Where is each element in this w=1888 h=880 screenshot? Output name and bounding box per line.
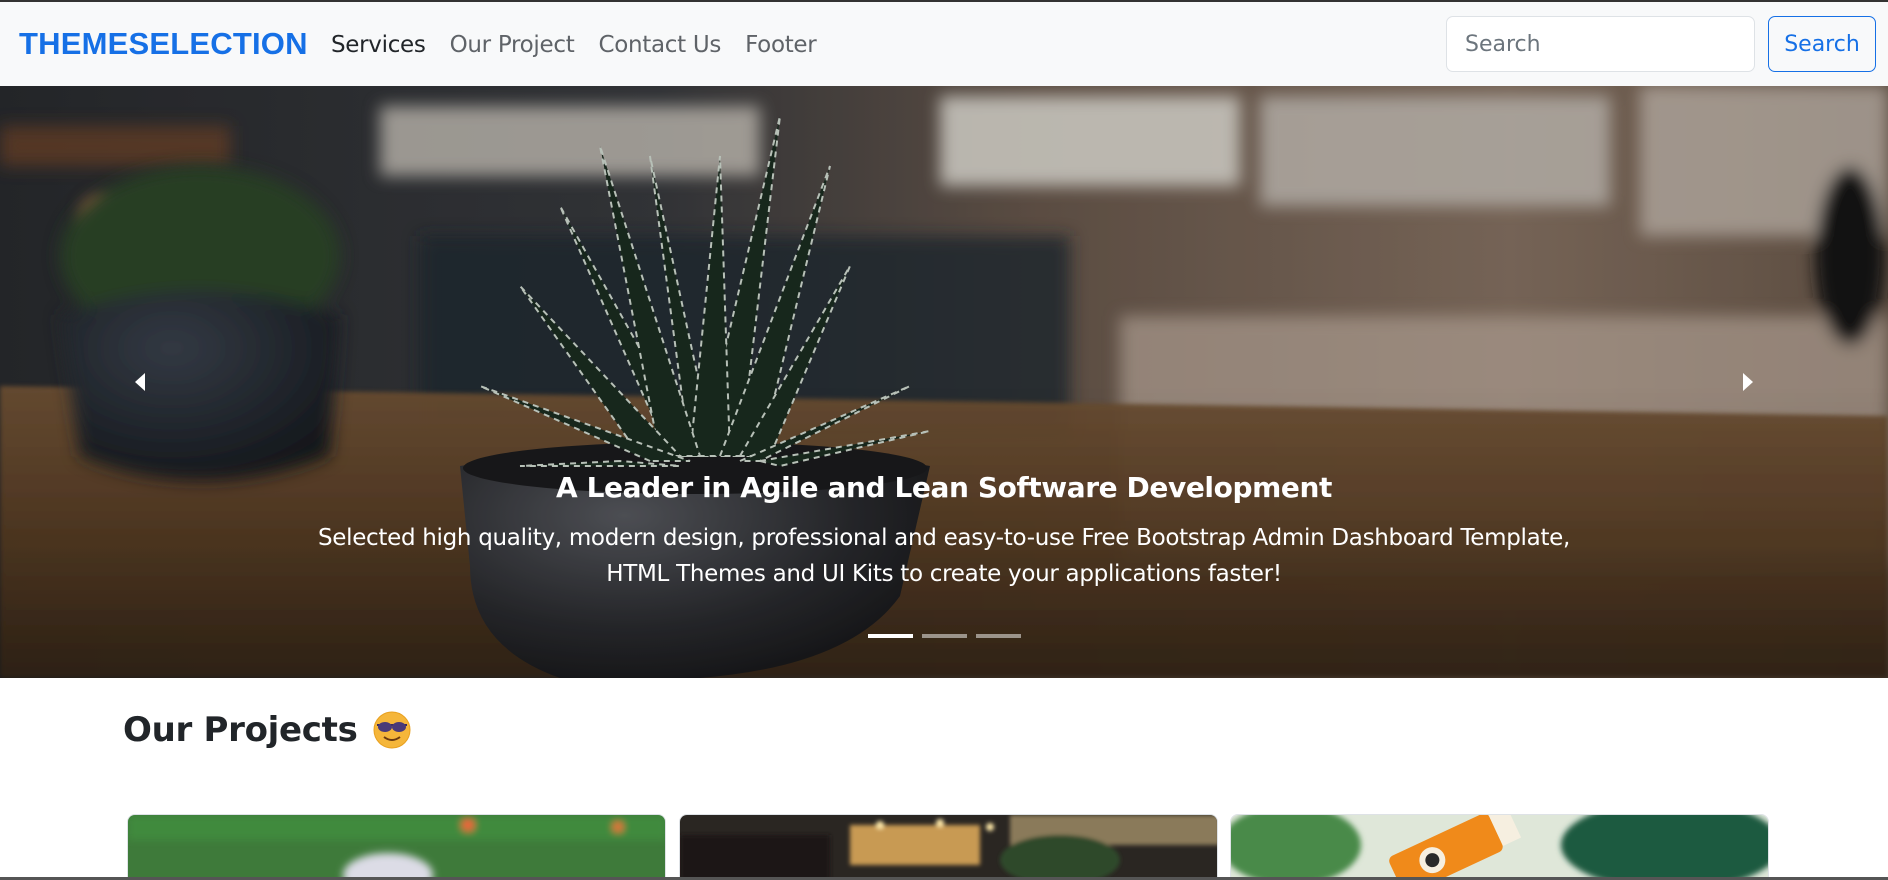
sunglasses-smiley-icon — [373, 711, 411, 749]
carousel-caption: A Leader in Agile and Lean Software Deve… — [300, 471, 1588, 592]
brand-logo[interactable]: THEMESELECTION — [19, 26, 308, 62]
nav-link-footer[interactable]: Footer — [745, 32, 817, 58]
carousel-next-button[interactable] — [1608, 86, 1888, 678]
caret-right-icon — [1743, 373, 1753, 391]
project-card[interactable] — [1230, 814, 1769, 880]
search-input[interactable] — [1446, 16, 1755, 72]
soccer-field-image — [128, 815, 665, 879]
carousel-indicator-1[interactable] — [867, 634, 913, 638]
carousel-caption-text: Selected high quality, modern design, pr… — [317, 525, 1571, 587]
caret-left-icon — [135, 373, 145, 391]
carousel-indicator-3[interactable] — [975, 634, 1021, 638]
nav-link-contact-us[interactable]: Contact Us — [598, 32, 721, 58]
projects-heading-text: Our Projects — [123, 710, 358, 750]
search-button[interactable]: Search — [1768, 16, 1876, 72]
nav-links: Services Our Project Contact Us Footer — [331, 32, 840, 58]
carousel-indicators — [0, 634, 1888, 638]
carousel-prev-button[interactable] — [0, 86, 280, 678]
navbar: THEMESELECTION Services Our Project Cont… — [0, 2, 1888, 86]
nav-link-our-project[interactable]: Our Project — [450, 32, 575, 58]
project-card[interactable] — [127, 814, 666, 880]
carousel-indicator-2[interactable] — [921, 634, 967, 638]
projects-heading: Our Projects — [123, 710, 412, 750]
nav-link-services[interactable]: Services — [331, 32, 426, 58]
project-card[interactable] — [679, 814, 1218, 880]
plant-and-drink-image — [1231, 815, 1768, 879]
carousel-caption-title: A Leader in Agile and Lean Software Deve… — [555, 471, 1332, 504]
cafe-interior-image — [680, 815, 1217, 879]
hero-carousel: A Leader in Agile and Lean Software Deve… — [0, 86, 1888, 678]
